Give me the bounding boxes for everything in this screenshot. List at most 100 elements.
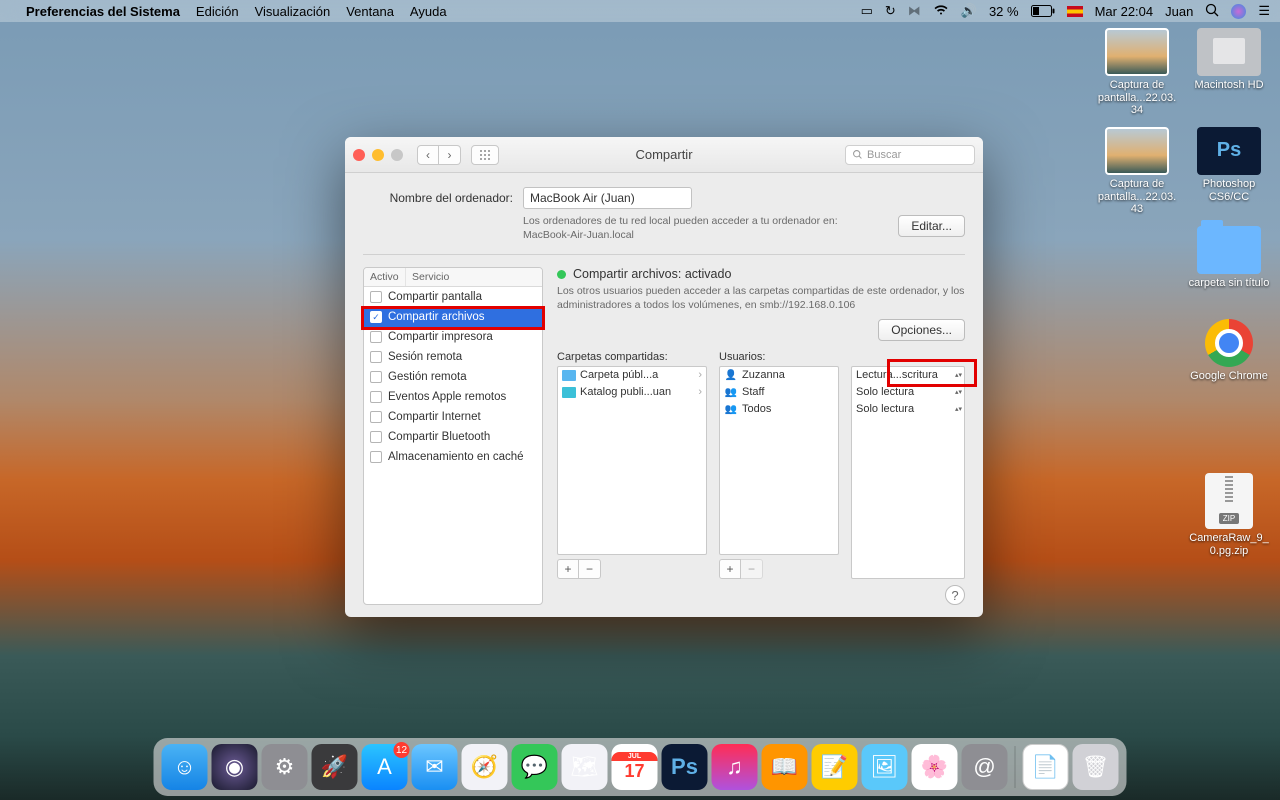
spotlight-icon[interactable] [1205, 3, 1219, 20]
menu-edicion[interactable]: Edición [196, 4, 239, 19]
service-internet-sharing[interactable]: Compartir Internet [364, 407, 542, 427]
add-folder-button[interactable]: + [557, 559, 579, 579]
folder-item[interactable]: Katalog publi...uan› [558, 384, 706, 401]
status-desc: Los otros usuarios pueden acceder a las … [557, 285, 965, 312]
shared-folders-list[interactable]: Carpeta públ...a› Katalog publi...uan› [557, 366, 707, 555]
dock-siri[interactable]: ◉ [212, 744, 258, 790]
battery-icon[interactable] [1031, 5, 1055, 17]
help-button[interactable]: ? [945, 585, 965, 605]
show-all-button[interactable] [471, 145, 499, 165]
service-remote-mgmt[interactable]: Gestión remota [364, 367, 542, 387]
desktop-item-folder[interactable]: carpeta sin título [1188, 226, 1270, 290]
app-name[interactable]: Preferencias del Sistema [26, 4, 180, 19]
desktop-item-zip[interactable]: ZIPCameraRaw_9_0.pg.zip [1188, 473, 1270, 557]
service-remote-login[interactable]: Sesión remota [364, 347, 542, 367]
service-label: Compartir archivos [388, 311, 485, 323]
menu-ayuda[interactable]: Ayuda [410, 4, 447, 19]
perm-item[interactable]: Solo lectura▴▾ [852, 401, 964, 418]
input-source-flag-icon[interactable] [1067, 6, 1083, 17]
dock-photos[interactable]: 🌸 [912, 744, 958, 790]
edit-button[interactable]: Editar... [898, 215, 965, 237]
dock-document[interactable]: 📄 [1023, 744, 1069, 790]
dock-maps[interactable]: 🗺 [562, 744, 608, 790]
permissions-list[interactable]: Lectura...scritura▴▾ Solo lectura▴▾ Solo… [851, 366, 965, 579]
perm-item[interactable]: Lectura...scritura▴▾ [852, 367, 964, 384]
dock-notes[interactable]: 📝 [812, 744, 858, 790]
desktop-item-chrome[interactable]: Google Chrome [1188, 319, 1270, 383]
dock-messages[interactable]: 💬 [512, 744, 558, 790]
checkbox[interactable] [370, 391, 382, 403]
titlebar[interactable]: ‹ › Compartir Buscar [345, 137, 983, 173]
stepper-icon[interactable]: ▴▾ [955, 372, 962, 379]
maximize-button [391, 149, 403, 161]
remove-folder-button[interactable]: − [579, 559, 601, 579]
checkbox[interactable] [370, 411, 382, 423]
close-button[interactable] [353, 149, 365, 161]
checkbox[interactable] [370, 371, 382, 383]
perm-label: Solo lectura [856, 386, 914, 398]
checkbox[interactable] [370, 331, 382, 343]
computer-name-input[interactable] [523, 187, 692, 209]
checkbox[interactable] [370, 291, 382, 303]
dock-preview[interactable]: 🖼 [862, 744, 908, 790]
dock-appstore[interactable]: A [362, 744, 408, 790]
forward-button[interactable]: › [439, 145, 461, 165]
dock-calendar[interactable]: JUL17 [612, 744, 658, 790]
service-file-sharing[interactable]: ✓ Compartir archivos [364, 307, 542, 327]
chrome-icon [1205, 319, 1253, 367]
user-item[interactable]: 👥Staff [720, 384, 838, 401]
user-item[interactable]: 👤Zuzanna [720, 367, 838, 384]
dock-photoshop[interactable]: Ps [662, 744, 708, 790]
dock-safari[interactable]: 🧭 [462, 744, 508, 790]
bluetooth-icon[interactable]: ⧓ [908, 3, 921, 19]
stepper-icon[interactable]: ▴▾ [955, 406, 962, 413]
dock-at[interactable]: @ [962, 744, 1008, 790]
menu-ventana[interactable]: Ventana [346, 4, 394, 19]
dock-ibooks[interactable]: 📖 [762, 744, 808, 790]
service-bluetooth-sharing[interactable]: Compartir Bluetooth [364, 427, 542, 447]
dock-launchpad[interactable]: 🚀 [312, 744, 358, 790]
user-menu[interactable]: Juan [1165, 4, 1193, 19]
dock-system-preferences[interactable]: ⚙ [262, 744, 308, 790]
desktop-item-photoshop[interactable]: PsPhotoshop CS6/CC [1188, 127, 1270, 216]
notifications-icon[interactable]: ☰ [1258, 3, 1270, 19]
service-label: Gestión remota [388, 371, 467, 383]
service-printer-sharing[interactable]: Compartir impresora [364, 327, 542, 347]
service-remote-apple-events[interactable]: Eventos Apple remotos [364, 387, 542, 407]
options-button[interactable]: Opciones... [878, 319, 965, 341]
service-caching[interactable]: Almacenamiento en caché [364, 447, 542, 467]
desktop-item-macintosh-hd[interactable]: Macintosh HD [1188, 28, 1270, 117]
add-user-button[interactable]: + [719, 559, 741, 579]
wifi-icon[interactable] [933, 4, 949, 19]
dock-trash[interactable]: 🗑 [1073, 744, 1119, 790]
battery-percent[interactable]: 32 % [989, 4, 1019, 19]
computer-name-label: Nombre del ordenador: [363, 187, 513, 205]
menu-visualizacion[interactable]: Visualización [255, 4, 331, 19]
perm-item[interactable]: Solo lectura ▴▾ [852, 384, 964, 401]
screenshot-icon [1105, 127, 1169, 175]
user-item[interactable]: 👥Todos [720, 401, 838, 418]
back-button[interactable]: ‹ [417, 145, 439, 165]
checkbox[interactable] [370, 451, 382, 463]
checkbox[interactable] [370, 431, 382, 443]
dock-indicator-icon[interactable]: ▭ [861, 3, 873, 19]
checkbox[interactable] [370, 351, 382, 363]
dock-mail[interactable]: ✉ [412, 744, 458, 790]
desktop-item-screenshot1[interactable]: Captura de pantalla...22.03.34 [1096, 28, 1178, 117]
search-field[interactable]: Buscar [845, 145, 975, 165]
clock[interactable]: Mar 22:04 [1095, 4, 1154, 19]
folder-item[interactable]: Carpeta públ...a› [558, 367, 706, 384]
desktop-item-screenshot2[interactable]: Captura de pantalla...22.03.43 [1096, 127, 1178, 216]
dock-itunes[interactable]: ♫ [712, 744, 758, 790]
service-label: Compartir Bluetooth [388, 431, 490, 443]
stepper-icon[interactable]: ▴▾ [955, 389, 962, 396]
service-screen-sharing[interactable]: Compartir pantalla [364, 287, 542, 307]
divider [363, 254, 965, 255]
minimize-button[interactable] [372, 149, 384, 161]
volume-icon[interactable]: 🔊 [961, 3, 977, 19]
siri-icon[interactable] [1231, 4, 1246, 19]
users-list[interactable]: 👤Zuzanna 👥Staff 👥Todos [719, 366, 839, 555]
timemachine-icon[interactable]: ↻ [885, 3, 896, 19]
dock-finder[interactable]: ☺ [162, 744, 208, 790]
checkbox[interactable]: ✓ [370, 311, 382, 323]
